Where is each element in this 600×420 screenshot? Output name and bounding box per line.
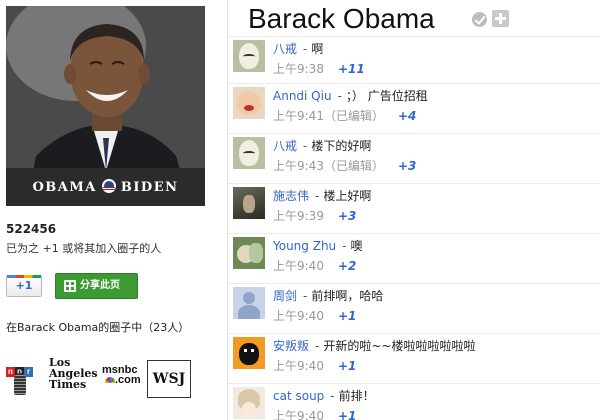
avatar[interactable] bbox=[233, 337, 265, 369]
comment-time[interactable]: 上午9:39 bbox=[273, 209, 324, 223]
banner-left-text: OBAMA bbox=[32, 180, 97, 195]
plus-count: 522456 bbox=[6, 222, 57, 236]
comment-time[interactable]: 上午9:40 bbox=[273, 259, 324, 273]
banner-right-text: BIDEN bbox=[120, 180, 179, 195]
comment-author[interactable]: 安叛叛 bbox=[273, 339, 309, 353]
comment-text: 前排啊，哈哈 bbox=[311, 289, 384, 303]
avatar[interactable] bbox=[233, 387, 265, 419]
separator: - bbox=[342, 239, 347, 253]
comment-time[interactable]: 上午9:40 bbox=[273, 359, 324, 373]
comment-author[interactable]: Young Zhu bbox=[273, 239, 336, 253]
comment-author[interactable]: 八戒 bbox=[273, 42, 297, 56]
comment-item: 施志伟 - 楼上好啊 上午9:39 +3 bbox=[228, 183, 600, 233]
plus-one-count[interactable]: +11 bbox=[338, 62, 365, 76]
profile-sidebar: OBAMA BIDEN 522456 已为之 +1 或将其加入圈子的人 +1 分享… bbox=[0, 0, 225, 420]
comment-item: cat soup - 前排！ 上午9:40 +1 bbox=[228, 383, 600, 420]
comment-item: Young Zhu - 噢 上午9:40 +2 bbox=[228, 233, 600, 283]
avatar[interactable] bbox=[233, 237, 265, 269]
comment-time[interactable]: 上午9:40 bbox=[273, 309, 324, 323]
comment-time[interactable]: 上午9:41 bbox=[273, 109, 324, 123]
comment-text: 开新的啦~~楼啦啦啦啦啦啦 bbox=[323, 339, 476, 353]
separator: - bbox=[337, 89, 342, 103]
profile-name: Barack Obama bbox=[248, 3, 435, 34]
avatar[interactable] bbox=[233, 87, 265, 119]
campaign-banner-text: OBAMA BIDEN bbox=[6, 179, 205, 195]
separator: - bbox=[315, 339, 320, 353]
comment-author[interactable]: 施志伟 bbox=[273, 189, 309, 203]
share-icon bbox=[64, 280, 76, 292]
plus-one-count[interactable]: +3 bbox=[398, 159, 416, 173]
profile-photo[interactable]: OBAMA BIDEN bbox=[6, 6, 205, 206]
comment-time[interactable]: 上午9:43 bbox=[273, 159, 324, 173]
latimes-logo[interactable]: Los Angeles Times bbox=[49, 357, 98, 391]
comment-author[interactable]: 周剑 bbox=[273, 289, 297, 303]
comment-text: 楼下的好啊 bbox=[311, 139, 372, 153]
separator: - bbox=[315, 189, 320, 203]
plus-one-count[interactable]: +4 bbox=[398, 109, 416, 123]
comment-text: 楼上好啊 bbox=[323, 189, 372, 203]
add-to-circle-icon[interactable] bbox=[492, 10, 509, 27]
comment-time[interactable]: 上午9:38 bbox=[273, 62, 324, 76]
plus-count-description: 已为之 +1 或将其加入圈子的人 bbox=[6, 242, 162, 255]
share-button-label: 分享此页 bbox=[80, 280, 120, 291]
avatar[interactable] bbox=[233, 40, 265, 72]
check-circle-icon bbox=[472, 12, 487, 27]
plus-one-count[interactable]: +1 bbox=[338, 359, 356, 373]
comment-author[interactable]: cat soup bbox=[273, 389, 324, 403]
comment-text: 前排！ bbox=[338, 389, 375, 403]
comments-panel: Barack Obama 八戒 - 啊 上午9:38 +11 Anndi Qiu -；）… bbox=[228, 0, 600, 420]
comment-item: 八戒 - 啊 上午9:38 +11 bbox=[228, 36, 600, 86]
comment-item: 安叛叛 - 开新的啦~~楼啦啦啦啦啦啦 上午9:40 +1 bbox=[228, 333, 600, 383]
plus-one-count[interactable]: +3 bbox=[338, 209, 356, 223]
separator: - bbox=[330, 389, 335, 403]
plus-one-count[interactable]: +1 bbox=[338, 409, 356, 420]
edited-label: （已编辑） bbox=[323, 109, 384, 123]
circles-count-text[interactable]: 在Barack Obama的圈子中（23人） bbox=[6, 320, 196, 335]
plus-one-count[interactable]: +2 bbox=[338, 259, 356, 273]
microphone-icon bbox=[14, 373, 26, 395]
circle-members-logos: npr Los Angeles Times msnbc .com WSJ bbox=[6, 357, 220, 403]
wsj-logo[interactable]: WSJ bbox=[147, 360, 191, 398]
avatar[interactable] bbox=[233, 287, 265, 319]
msnbc-domain: .com bbox=[115, 374, 141, 386]
separator: - bbox=[303, 289, 308, 303]
msnbc-logo[interactable]: msnbc .com bbox=[102, 365, 141, 386]
comment-text: 噢 bbox=[350, 239, 363, 253]
peacock-icon bbox=[105, 377, 115, 383]
plus-one-count[interactable]: +1 bbox=[338, 309, 356, 323]
avatar[interactable] bbox=[233, 137, 265, 169]
latimes-line-3: Times bbox=[49, 378, 87, 391]
comment-text: ；） 广告位招租 bbox=[345, 89, 428, 103]
comment-author[interactable]: 八戒 bbox=[273, 139, 297, 153]
edited-label: （已编辑） bbox=[323, 159, 384, 173]
separator: - bbox=[303, 42, 308, 56]
comment-item: 八戒 - 楼下的好啊 上午9:43（已编辑） +3 bbox=[228, 133, 600, 183]
comment-item: Anndi Qiu -；） 广告位招租 上午9:41（已编辑） +4 bbox=[228, 83, 600, 133]
comment-text: 啊 bbox=[311, 42, 324, 56]
campaign-logo-icon bbox=[101, 179, 116, 193]
npr-logo[interactable]: npr bbox=[6, 359, 38, 403]
comment-item: 周剑 - 前排啊，哈哈 上午9:40 +1 bbox=[228, 283, 600, 333]
separator: - bbox=[303, 139, 308, 153]
comment-author[interactable]: Anndi Qiu bbox=[273, 89, 332, 103]
plus-one-button[interactable]: +1 bbox=[6, 275, 42, 297]
avatar[interactable] bbox=[233, 187, 265, 219]
comment-time[interactable]: 上午9:40 bbox=[273, 409, 324, 420]
share-page-button[interactable]: 分享此页 bbox=[55, 273, 138, 299]
